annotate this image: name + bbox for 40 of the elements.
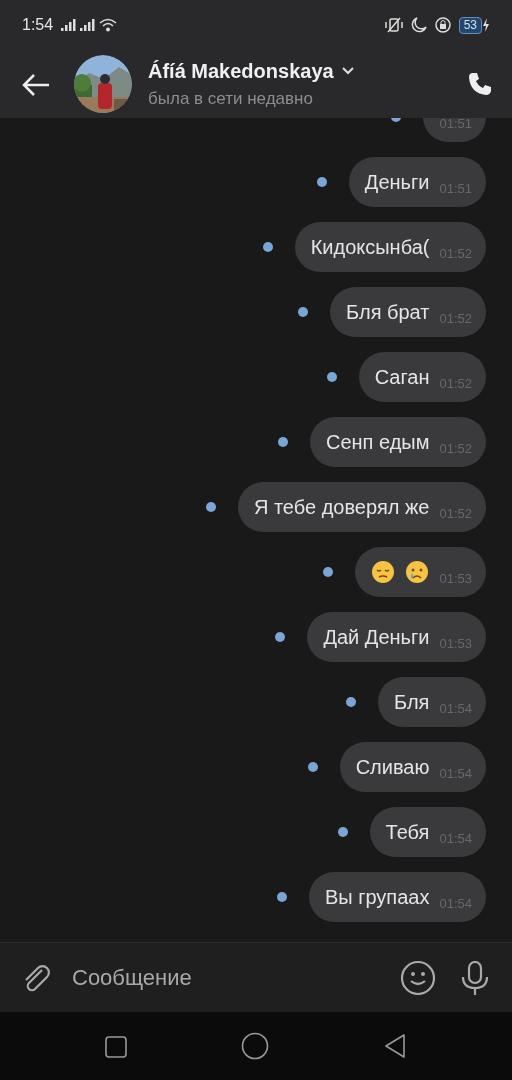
last-seen-status: была в сети недавно: [148, 88, 314, 111]
microphone-icon: [460, 960, 490, 995]
message-text: Бля брат: [346, 300, 430, 325]
message-text: Кидоксынба(: [310, 235, 430, 260]
square-icon: [105, 1035, 127, 1058]
message-text: Дай Деньги: [323, 625, 430, 650]
back-nav-button[interactable]: [383, 1033, 407, 1059]
call-button[interactable]: [468, 71, 492, 97]
circle-icon: [241, 1032, 269, 1060]
rotation-lock-icon: [434, 17, 451, 33]
message-text: Саган: [374, 365, 430, 390]
wifi-icon: [99, 18, 118, 32]
message-text: Я тебе доверял же: [253, 495, 430, 520]
triangle-icon: [383, 1033, 407, 1059]
vibrate-off-icon: [384, 17, 403, 33]
smiley-icon: [400, 959, 436, 996]
message-text: Бля: [394, 690, 430, 715]
microphone-button[interactable]: [460, 960, 490, 995]
chevron-down-icon[interactable]: [341, 67, 354, 76]
crying-face-icon: [405, 560, 430, 584]
back-arrow-icon: [22, 73, 50, 96]
message-text: Сливаю: [355, 755, 430, 780]
emoji-button[interactable]: [400, 959, 436, 996]
message-text: Деньги: [364, 170, 430, 195]
message-text: Тебя: [385, 820, 430, 845]
message-text: Вы групаах: [324, 885, 430, 910]
moon-icon: [410, 17, 427, 33]
signal-icon: [80, 19, 96, 31]
recents-button[interactable]: [105, 1034, 127, 1058]
sad-face-icon: [371, 560, 396, 584]
message-input[interactable]: Сообщение: [52, 961, 400, 994]
back-button[interactable]: [22, 72, 50, 96]
message-text: Сенп едым: [325, 430, 430, 455]
signal-icon: [61, 19, 77, 31]
home-button[interactable]: [241, 1032, 269, 1060]
phone-icon: [468, 72, 492, 97]
status-time: 1:54: [22, 15, 54, 35]
battery-level: 53: [458, 16, 482, 34]
contact-name: Áfíá Makedonskaya: [148, 59, 334, 85]
message-composer[interactable]: Сообщение: [0, 942, 512, 1012]
